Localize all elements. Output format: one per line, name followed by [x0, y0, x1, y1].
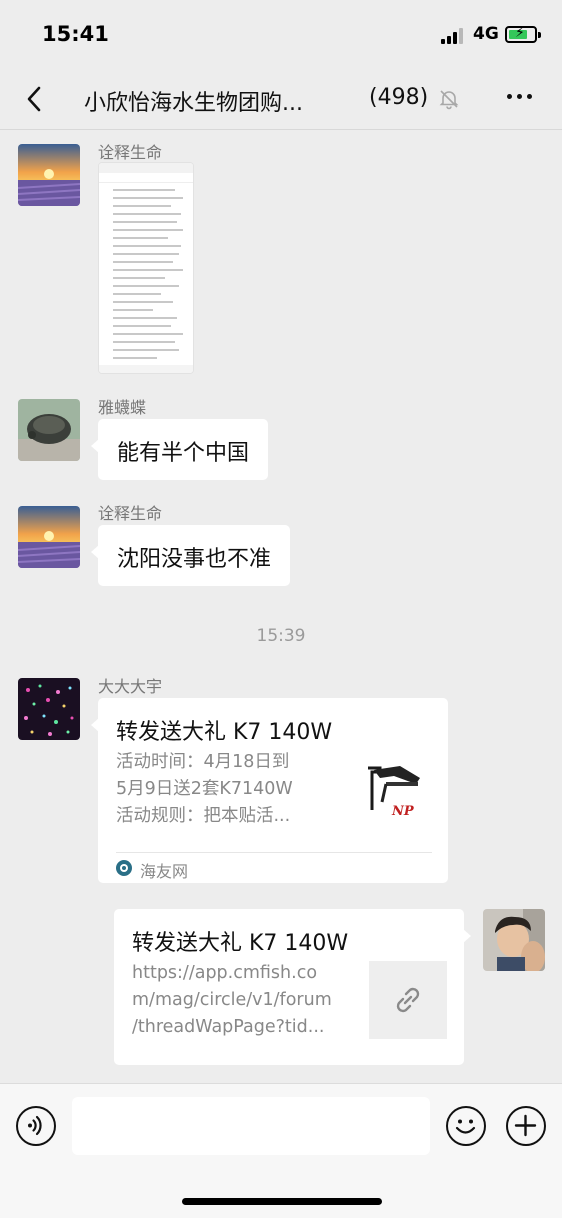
status-bar: 15:41 4G ⚡	[0, 0, 562, 68]
link-title: 转发送大礼 K7 140W	[132, 931, 349, 956]
link-thumbnail: NP	[360, 762, 432, 834]
signal-icon	[441, 28, 465, 44]
sender-name: 大大大宇	[98, 677, 163, 696]
avatar[interactable]	[18, 399, 80, 461]
message-text: 沈阳没事也不准	[117, 547, 272, 572]
link-thumbnail	[369, 961, 447, 1039]
link-description: 活动时间：4月18日到 5月9日送2套K7140W 活动规则：把本贴活...	[116, 752, 293, 826]
text-bubble[interactable]: 沈阳没事也不准	[91, 525, 291, 586]
more-icon[interactable]	[505, 94, 535, 102]
emoji-icon[interactable]	[446, 1106, 486, 1146]
sender-name: 诠释生命	[98, 504, 163, 523]
plus-icon[interactable]	[506, 1106, 546, 1146]
home-indicator[interactable]	[182, 1198, 382, 1205]
chat-header: 小欣怡海水生物团购... (498)	[0, 68, 562, 130]
link-title: 转发送大礼 K7 140W	[116, 720, 333, 745]
voice-icon[interactable]	[16, 1106, 56, 1146]
link-icon	[396, 987, 420, 1013]
network-label: 4G	[473, 24, 499, 44]
battery-icon: ⚡	[505, 25, 541, 43]
image-message[interactable]	[98, 162, 194, 374]
brand-logo: NP	[392, 804, 414, 819]
link-card[interactable]: 转发送大礼 K7 140W https://app.cmfish.co m/ma…	[114, 909, 471, 1065]
mute-bell-icon	[439, 90, 459, 110]
avatar[interactable]	[18, 506, 80, 568]
sender-name: 雅蠛蝶	[98, 398, 147, 417]
link-card[interactable]: 转发送大礼 K7 140W 活动时间：4月18日到 5月9日送2套K7140W …	[91, 698, 448, 883]
link-source: 海友网	[140, 862, 189, 881]
back-icon[interactable]	[22, 84, 52, 114]
status-time: 15:41	[42, 22, 109, 46]
text-bubble[interactable]: 能有半个中国	[91, 419, 269, 480]
site-logo-icon	[116, 860, 132, 876]
member-count: (498)	[369, 85, 429, 110]
link-description: https://app.cmfish.co m/mag/circle/v1/fo…	[132, 963, 332, 1037]
avatar[interactable]	[18, 144, 80, 206]
avatar[interactable]	[18, 678, 80, 740]
sender-name: 诠释生命	[98, 143, 163, 162]
chat-title: 小欣怡海水生物团购...	[84, 91, 303, 116]
message-input[interactable]	[72, 1097, 430, 1155]
message-text: 能有半个中国	[117, 441, 250, 466]
avatar[interactable]	[483, 909, 545, 971]
time-divider: 15:39	[256, 626, 306, 646]
